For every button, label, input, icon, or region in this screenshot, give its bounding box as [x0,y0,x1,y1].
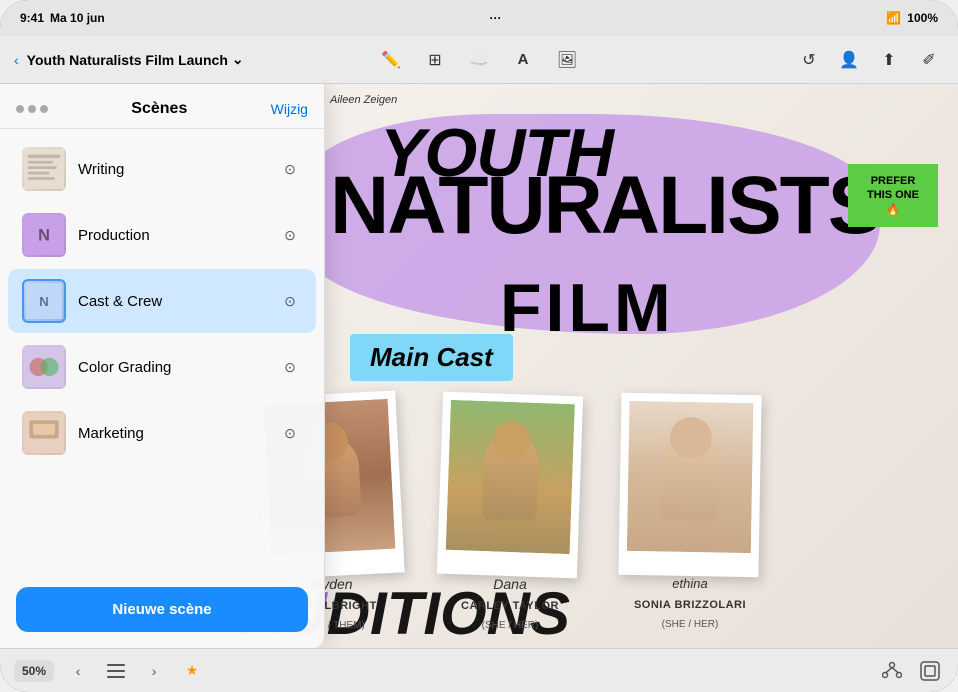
polaroid-sonia [618,393,761,577]
panel-dots[interactable] [16,105,48,113]
toolbar-right: ↺ 👤 ⬆ ✐ [590,45,944,75]
bottom-left: 50% ‹ › ★ [14,657,206,685]
scene-name-writing: Writing [78,161,266,178]
film-title-naturalists: NATURALISTS [330,159,880,253]
panel-header: Scènes Wijzig [0,84,324,129]
handwritten-name: Aileen Zeigen [330,94,397,106]
panel-edit-button[interactable]: Wijzig [271,101,308,117]
scene-thumb-marketing [22,411,66,455]
wifi-icon: 📶 [886,11,901,25]
scene-name-cast-crew: Cast & Crew [78,293,266,310]
scene-thumb-color [22,345,66,389]
pencil-tool-icon[interactable]: ✏️ [376,45,406,75]
scene-thumb-cast: N [22,279,66,323]
nav-forward-button[interactable]: › [140,657,168,685]
scene-more-writing[interactable]: ⊙ [278,157,302,181]
scene-item-color-grading[interactable]: Color Grading ⊙ [8,335,316,399]
status-left: 9:41 Ma 10 jun [20,11,105,25]
panel-title: Scènes [131,100,187,118]
sticky-note: PREFER THIS ONE 🔥 [848,164,938,227]
cast-pronoun-sonia: (SHE / HER) [662,619,719,630]
toolbar-center: ✏️ ⊞ ☁️ A 🖼 [376,45,582,75]
cloud-icon[interactable]: ☁️ [464,45,494,75]
grid-view-icon[interactable]: ⊞ [420,45,450,75]
scene-more-marketing[interactable]: ⊙ [278,421,302,445]
ipad-frame: 9:41 Ma 10 jun ··· 📶 100% ‹ Youth Natura… [0,0,958,692]
status-bar: 9:41 Ma 10 jun ··· 📶 100% [0,0,958,36]
dot-2 [28,105,36,113]
toolbar-left: ‹ Youth Naturalists Film Launch ⌄ [14,51,368,68]
scene-name-marketing: Marketing [78,425,266,442]
status-dots: ··· [490,11,502,25]
history-icon[interactable]: ↺ [794,45,824,75]
bottom-right [878,657,944,685]
scene-item-cast-crew[interactable]: N Cast & Crew ⊙ [8,269,316,333]
scene-name-color-grading: Color Grading [78,359,266,376]
cast-photo-carley: Dana CARLEY TAYLOR (SHE / HER) [440,394,580,631]
project-title-text: Youth Naturalists Film Launch [27,52,228,68]
cast-name-sonia: SONIA BRIZZOLARI [634,599,746,611]
main-canvas[interactable]: YOUTH NATURALISTS FILM Main Cast Aileen … [0,84,958,648]
scene-list[interactable]: Writing ⊙ N Production ⊙ [0,129,324,577]
bottom-bar: 50% ‹ › ★ [0,648,958,692]
project-title-area[interactable]: Youth Naturalists Film Launch ⌄ [27,51,244,68]
status-time: 9:41 [20,11,44,25]
edit-icon[interactable]: ✐ [914,45,944,75]
status-right: 📶 100% [886,11,938,25]
cast-photo-sonia: ethina SONIA BRIZZOLARI (SHE / HER) [620,394,760,631]
cast-pronoun-carley: (SHE / HER) [482,620,539,631]
nav-list-button[interactable] [102,657,130,685]
scene-more-color-grading[interactable]: ⊙ [278,355,302,379]
battery-level: 100% [907,11,938,25]
text-icon[interactable]: A [508,45,538,75]
status-center: ··· [490,11,502,25]
scene-item-marketing[interactable]: Marketing ⊙ [8,401,316,465]
dot-1 [16,105,24,113]
scene-item-writing[interactable]: Writing ⊙ [8,137,316,201]
toolbar: ‹ Youth Naturalists Film Launch ⌄ ✏️ ⊞ ☁… [0,36,958,84]
cast-name-carley: CARLEY TAYLOR [461,600,559,612]
polaroid-carley [437,392,583,579]
back-icon: ‹ [14,52,19,68]
new-scene-button[interactable]: Nieuwe scène [16,587,308,632]
dot-3 [40,105,48,113]
nav-back-button[interactable]: ‹ [64,657,92,685]
image-icon[interactable]: 🖼 [552,45,582,75]
scene-thumb-writing [22,147,66,191]
back-button[interactable]: ‹ [14,52,19,68]
dropdown-icon: ⌄ [232,51,244,68]
bottom-share-icon[interactable] [878,657,906,685]
zoom-level[interactable]: 50% [14,660,54,682]
status-day: Ma 10 jun [50,11,105,25]
film-title-film: FILM [500,269,675,347]
scene-name-production: Production [78,227,266,244]
nav-star-button[interactable]: ★ [178,657,206,685]
scene-item-production[interactable]: N Production ⊙ [8,203,316,267]
scenes-panel: Scènes Wijzig [0,84,325,648]
scene-more-production[interactable]: ⊙ [278,223,302,247]
main-cast-label: Main Cast [350,334,513,381]
scene-more-cast-crew[interactable]: ⊙ [278,289,302,313]
share-icon[interactable]: ⬆ [874,45,904,75]
bottom-layout-icon[interactable] [916,657,944,685]
svg-text:N: N [38,226,50,244]
scene-thumb-production: N [22,213,66,257]
svg-text:N: N [39,294,48,309]
cast-area: Jayden TY FULLBRIGHT (THEY / THEM) Dana [260,394,760,631]
people-icon[interactable]: 👤 [834,45,864,75]
